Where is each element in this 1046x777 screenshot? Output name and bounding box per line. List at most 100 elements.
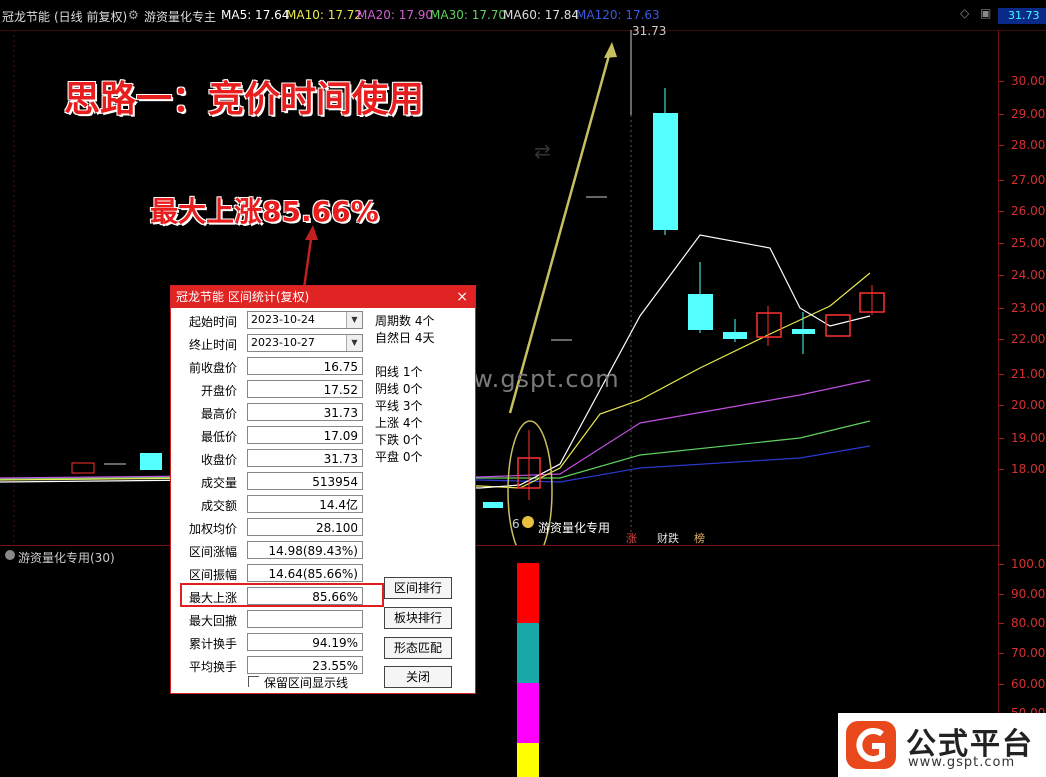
ma60-label: MA60: 17.84	[503, 8, 580, 22]
candle	[140, 453, 162, 470]
panel-settings-icon[interactable]	[5, 550, 15, 560]
marker-label: 游资量化专用	[538, 521, 611, 535]
end-date-select[interactable]: 2023-10-27 ▼	[247, 334, 363, 352]
range-amplitude-field: 14.64(85.66%)	[247, 564, 363, 582]
up-count: 上涨 4个	[375, 416, 423, 430]
prev-close-label: 前收盘价	[188, 361, 237, 375]
ma10-label: MA10: 17.72	[286, 8, 363, 22]
candle	[688, 294, 713, 330]
osc-tick: 80.00	[998, 616, 1046, 630]
prev-close-field: 16.75	[247, 357, 363, 375]
total-turnover-label: 累计换手	[188, 637, 237, 651]
sector-rank-button[interactable]: 板块排行	[384, 607, 452, 629]
price-tick: 30.00	[998, 74, 1046, 88]
close-field: 31.73	[247, 449, 363, 467]
range-change-field: 14.98(89.43%)	[247, 541, 363, 559]
osc-bar-red	[517, 563, 539, 623]
range-change-label: 区间涨幅	[188, 545, 237, 559]
max-rise-annotation: 最大上涨85.66%	[150, 195, 379, 228]
yellow-arrow-head	[604, 42, 617, 58]
ma5-label: MA5: 17.64	[221, 8, 290, 22]
price-tick: 23.00	[998, 301, 1046, 315]
ma20-label: MA20: 17.90	[357, 8, 434, 22]
headline-annotation: 思路一：竞价时间使用	[64, 79, 425, 120]
brand-mark-icon	[846, 721, 896, 769]
lower-panel-title[interactable]: 游资量化专用(30)	[18, 549, 115, 566]
high-label: 最高价	[200, 407, 237, 421]
marker-dot-icon[interactable]	[522, 516, 534, 528]
price-tick: 24.00	[998, 268, 1046, 282]
window-icon[interactable]: ▣	[980, 6, 991, 20]
candle	[71, 462, 95, 474]
start-date-select[interactable]: 2023-10-24 ▼	[247, 311, 363, 329]
price-tick: 26.00	[998, 204, 1046, 218]
price-tick: 22.00	[998, 332, 1046, 346]
close-icon[interactable]: ×	[456, 286, 468, 308]
osc-bar-teal	[517, 623, 539, 683]
keep-range-label: 保留区间显示线	[264, 676, 349, 690]
end-date-value: 2023-10-27	[251, 336, 315, 349]
brand-logo: 公式平台 www.gspt.com	[838, 713, 1046, 777]
down-count: 下跌 0个	[375, 433, 423, 447]
total-turnover-field: 94.19%	[247, 633, 363, 651]
start-time-label: 起始时间	[188, 315, 237, 329]
range-stats-dialog[interactable]: 冠龙节能 区间统计(复权) × 起始时间 2023-10-24 ▼ 终止时间 2…	[170, 285, 476, 694]
badge-list[interactable]: 榜	[694, 530, 705, 546]
price-tick: 28.00	[998, 138, 1046, 152]
max-drawdown-label: 最大回撤	[188, 614, 237, 628]
keep-range-checkbox[interactable]	[248, 676, 259, 687]
osc-tick: 100.0	[998, 557, 1046, 571]
range-rank-button[interactable]: 区间排行	[384, 577, 452, 599]
price-tick: 19.00	[998, 431, 1046, 445]
amount-field: 14.4亿	[247, 495, 363, 513]
avg-turnover-field: 23.55%	[247, 656, 363, 674]
natural-days: 自然日 4天	[375, 331, 435, 345]
avg-turnover-label: 平均换手	[188, 660, 237, 674]
badge-finance[interactable]: 财跌	[657, 530, 679, 546]
indicator-name[interactable]: 游资量化专主	[144, 8, 216, 25]
chevron-down-icon[interactable]: ▼	[346, 312, 362, 328]
close-button[interactable]: 关闭	[384, 666, 452, 688]
yellow-arrow	[508, 47, 613, 414]
yin-count: 阴线 0个	[375, 382, 423, 396]
candle	[653, 113, 678, 230]
end-time-label: 终止时间	[188, 338, 237, 352]
candle	[756, 312, 782, 338]
chevron-down-icon[interactable]: ▼	[346, 335, 362, 351]
period-count: 周期数 4个	[375, 314, 435, 328]
stock-name[interactable]: 冠龙节能	[2, 8, 50, 25]
osc-tick: 90.00	[998, 587, 1046, 601]
candle	[483, 502, 503, 508]
refresh-icon: ⇄	[534, 139, 551, 163]
pattern-match-button[interactable]: 形态匹配	[384, 637, 452, 659]
settings-icon[interactable]: ⚙	[128, 8, 139, 22]
price-tick: 25.00	[998, 236, 1046, 250]
max-rise-highlight	[180, 583, 384, 607]
ma30-label: MA30: 17.70	[430, 8, 507, 22]
start-date-value: 2023-10-24	[251, 313, 315, 326]
candle	[792, 329, 815, 334]
price-tick: 27.00	[998, 173, 1046, 187]
badge-up[interactable]: 涨	[626, 530, 637, 546]
low-label: 最低价	[200, 430, 237, 444]
peak-price-label: 31.73	[632, 24, 667, 38]
price-tick: 29.00	[998, 107, 1046, 121]
osc-tick: 60.00	[998, 677, 1046, 691]
dialog-header[interactable]: 冠龙节能 区间统计(复权) ×	[171, 286, 475, 308]
low-price-label: 6	[512, 517, 520, 531]
volume-field: 513954	[247, 472, 363, 490]
low-field: 17.09	[247, 426, 363, 444]
open-field: 17.52	[247, 380, 363, 398]
period-label[interactable]: (日线 前复权)	[54, 8, 127, 25]
diamond-icon[interactable]: ◇	[960, 6, 969, 20]
amount-label: 成交额	[200, 499, 237, 513]
max-drawdown-field	[247, 610, 363, 628]
price-tick: 18.00	[998, 462, 1046, 476]
current-price-flag: 31.73	[998, 8, 1046, 24]
volume-label: 成交量	[200, 476, 237, 490]
candle	[723, 332, 747, 339]
open-label: 开盘价	[200, 384, 237, 398]
osc-bar-magenta	[517, 683, 539, 743]
range-amplitude-label: 区间振幅	[188, 568, 237, 582]
price-tick: 20.00	[998, 398, 1046, 412]
